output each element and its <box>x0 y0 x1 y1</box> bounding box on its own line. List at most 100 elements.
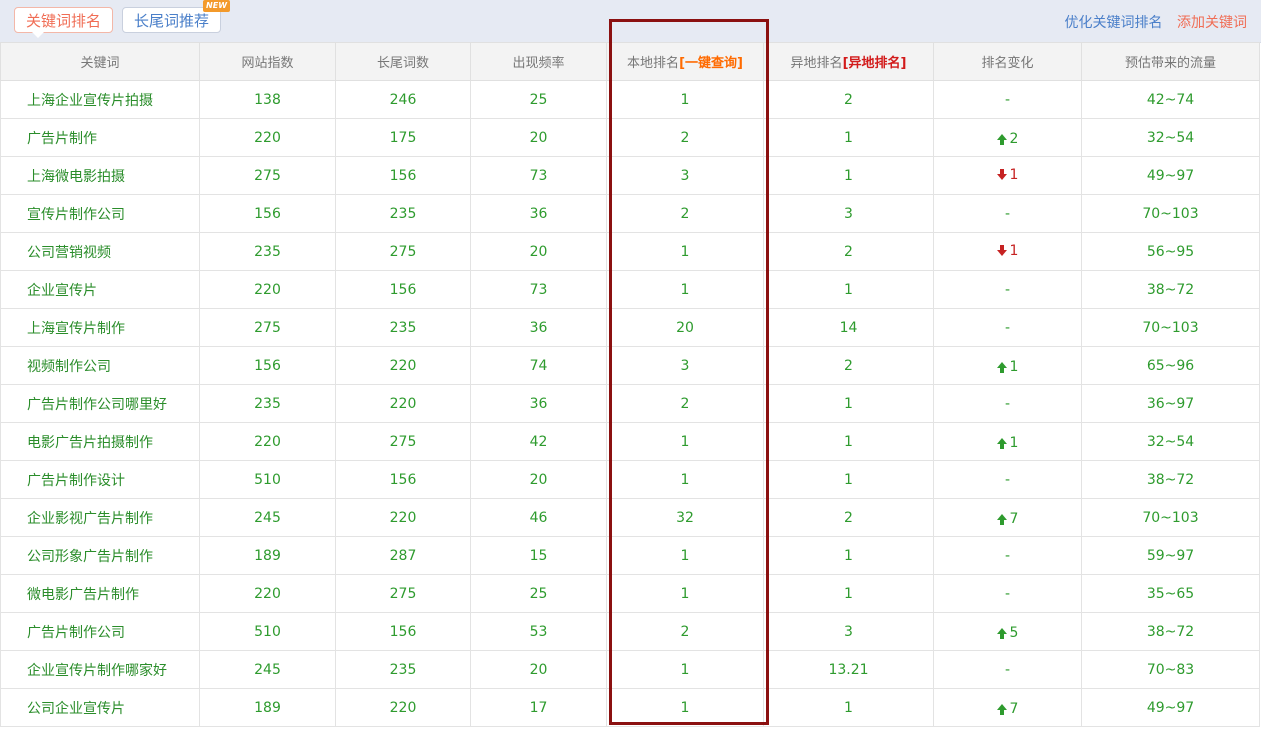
arrow-up-icon <box>996 514 1007 525</box>
arrow-up-icon <box>996 362 1007 373</box>
site-index-cell: 220 <box>199 270 336 309</box>
frequency-cell: 20 <box>470 118 607 157</box>
local-rank-cell: 1 <box>606 422 764 461</box>
site-index-cell: 510 <box>199 460 336 499</box>
table-row: 企业宣传片制作哪家好 245 235 20 1 13.21 - 70~83 <box>0 650 1260 689</box>
traffic-cell: 42~74 <box>1081 80 1260 119</box>
site-index-cell: 275 <box>199 308 336 347</box>
header-frequency: 出现频率 <box>470 42 607 81</box>
keyword-cell[interactable]: 企业宣传片制作哪家好 <box>0 650 200 689</box>
header-rank-change: 排名变化 <box>933 42 1082 81</box>
keyword-cell[interactable]: 视频制作公司 <box>0 346 200 385</box>
tab-longtail-label: 长尾词推荐 <box>134 12 210 30</box>
tab-longtail-recommend[interactable]: 长尾词推荐 NEW <box>122 0 231 33</box>
keyword-cell[interactable]: 公司形象广告片制作 <box>0 536 200 575</box>
traffic-cell: 70~83 <box>1081 650 1260 689</box>
header-keyword: 关键词 <box>0 42 200 81</box>
longtail-count-cell: 175 <box>335 118 471 157</box>
remote-rank-cell: 1 <box>763 118 934 157</box>
keyword-cell[interactable]: 微电影广告片制作 <box>0 574 200 613</box>
table-row: 公司营销视频 235 275 20 1 2 1 56~95 <box>0 232 1260 271</box>
arrow-up-icon <box>996 704 1007 715</box>
table-row: 企业宣传片 220 156 73 1 1-38~72 <box>0 270 1260 309</box>
rank-change-cell: - <box>933 308 1082 347</box>
add-keyword-link[interactable]: 添加关键词 <box>1177 15 1247 31</box>
traffic-cell: 38~72 <box>1081 460 1260 499</box>
local-rank-cell: 2 <box>606 194 764 233</box>
local-rank-cell: 2 <box>606 118 764 157</box>
table-row: 上海宣传片制作 275 235 36 20 14 - 70~103 <box>0 308 1260 347</box>
rank-change-value: - <box>1004 205 1011 222</box>
optimize-keyword-link[interactable]: 优化关键词排名 <box>1065 15 1163 31</box>
rank-change-value: - <box>1004 91 1011 108</box>
frequency-cell: 73 <box>470 156 607 195</box>
longtail-count-cell: 156 <box>335 156 471 195</box>
local-rank-cell: 1 <box>606 270 764 309</box>
one-click-query-link[interactable]: [一键查询] <box>679 56 743 71</box>
frequency-cell: 20 <box>470 460 607 499</box>
rank-change-value: 7 <box>1009 701 1019 717</box>
rank-change: 1 <box>996 167 1018 183</box>
frequency-cell: 36 <box>470 308 607 347</box>
rank-change-value: - <box>1004 319 1011 336</box>
remote-rank-cell: 2 <box>763 346 934 385</box>
remote-rank-cell: 3 <box>763 194 934 233</box>
site-index-cell: 220 <box>199 422 336 461</box>
keyword-cell[interactable]: 公司企业宣传片 <box>0 688 200 727</box>
local-rank-cell: 1 <box>606 232 764 271</box>
longtail-count-cell: 235 <box>335 308 471 347</box>
tab-keyword-rank-label: 关键词排名 <box>26 12 102 30</box>
keyword-cell[interactable]: 企业影视广告片制作 <box>0 498 200 537</box>
rank-change-cell: - <box>933 80 1082 119</box>
keyword-cell[interactable]: 公司营销视频 <box>0 232 200 271</box>
longtail-count-cell: 275 <box>335 574 471 613</box>
rank-change-value: - <box>1004 585 1011 602</box>
table-row: 宣传片制作公司 156 235 36 2 3 - 70~103 <box>0 194 1260 233</box>
local-rank-cell: 20 <box>606 308 764 347</box>
top-links: 优化关键词排名 添加关键词 <box>1065 12 1247 32</box>
rank-change-cell: - <box>933 650 1082 689</box>
site-index-cell: 189 <box>199 688 336 727</box>
longtail-count-cell: 235 <box>335 194 471 233</box>
remote-rank-cell: 1 <box>763 156 934 195</box>
keyword-cell[interactable]: 上海微电影拍摄 <box>0 156 200 195</box>
traffic-cell: 70~103 <box>1081 194 1260 233</box>
local-rank-cell: 32 <box>606 498 764 537</box>
table-row: 广告片制作 220 175 20 2 1 2 32~54 <box>0 118 1260 157</box>
rank-change: 1 <box>996 359 1018 375</box>
keyword-ranking-table: 关键词 网站指数 长尾词数 出现频率 本地排名[一键查询] 异地排名[异地排名]… <box>0 42 1260 727</box>
rank-change-cell: - <box>933 460 1082 499</box>
keyword-cell[interactable]: 上海宣传片制作 <box>0 308 200 347</box>
table-row: 广告片制作公司哪里好 235 220 36 2 1 - 36~97 <box>0 384 1260 423</box>
site-index-cell: 156 <box>199 346 336 385</box>
keyword-cell[interactable]: 宣传片制作公司 <box>0 194 200 233</box>
tab-keyword-rank[interactable]: 关键词排名 <box>14 7 114 38</box>
rank-change-cell: - <box>933 270 1082 309</box>
arrow-down-icon <box>996 169 1007 181</box>
keyword-cell[interactable]: 广告片制作公司 <box>0 612 200 651</box>
frequency-cell: 74 <box>470 346 607 385</box>
keyword-cell[interactable]: 广告片制作公司哪里好 <box>0 384 200 423</box>
remote-rank-link[interactable]: [异地排名] <box>843 56 907 71</box>
site-index-cell: 189 <box>199 536 336 575</box>
longtail-count-cell: 220 <box>335 384 471 423</box>
table-body: 上海企业宣传片拍摄 138 246 25 1 2-42~74 广告片制作 220 175 20 2 1… <box>0 80 1260 727</box>
keyword-cell[interactable]: 上海企业宣传片拍摄 <box>0 80 200 119</box>
arrow-up-icon <box>996 134 1007 145</box>
traffic-cell: 70~103 <box>1081 498 1260 537</box>
keyword-cell[interactable]: 广告片制作设计 <box>0 460 200 499</box>
longtail-count-cell: 156 <box>335 460 471 499</box>
local-rank-cell: 1 <box>606 650 764 689</box>
frequency-cell: 36 <box>470 194 607 233</box>
rank-change-cell: - <box>933 574 1082 613</box>
longtail-count-cell: 275 <box>335 422 471 461</box>
rank-change: - <box>1005 662 1010 678</box>
rank-change-value: 1 <box>1009 242 1019 259</box>
rank-change-value: - <box>1004 471 1011 488</box>
rank-change-cell: - <box>933 536 1082 575</box>
keyword-cell[interactable]: 广告片制作 <box>0 118 200 157</box>
keyword-cell[interactable]: 企业宣传片 <box>0 270 200 309</box>
local-rank-cell: 1 <box>606 80 764 119</box>
header-longtail-count: 长尾词数 <box>335 42 471 81</box>
keyword-cell[interactable]: 电影广告片拍摄制作 <box>0 422 200 461</box>
